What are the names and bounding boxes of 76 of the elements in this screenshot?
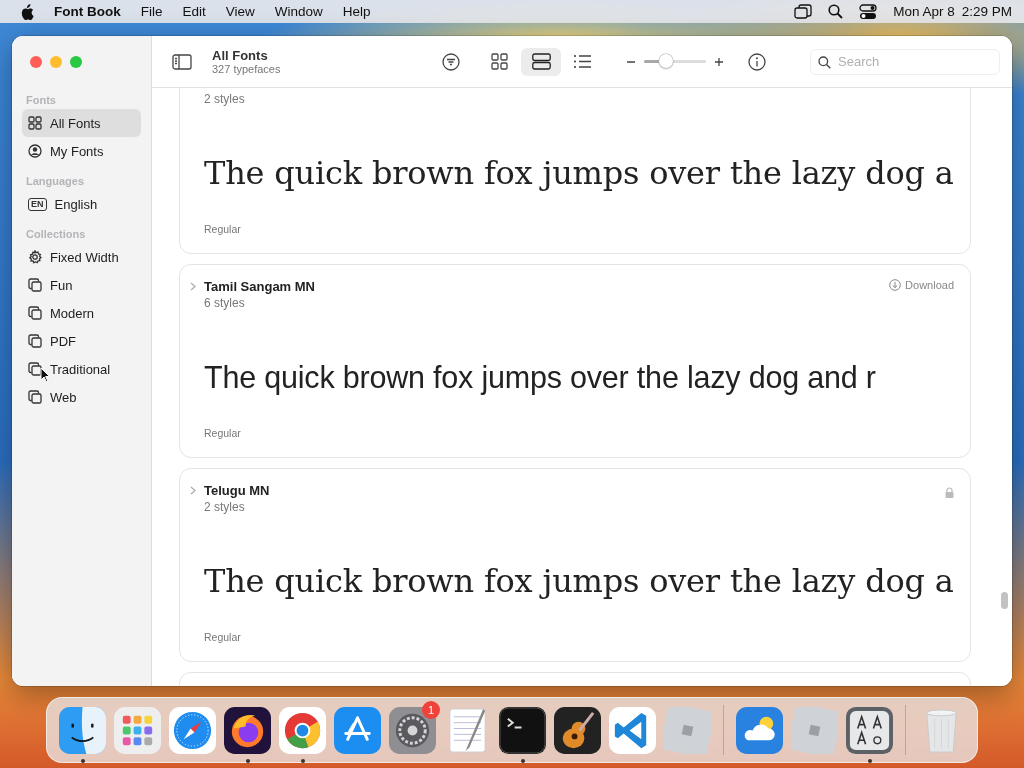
menubar-time[interactable]: 2:29 PM [961,4,1012,19]
search-field[interactable]: Search [810,48,1000,75]
view-title: All Fonts [212,48,269,63]
style-name: Regular [204,631,242,643]
collection-icon [28,390,42,404]
fox-globe-icon[interactable] [224,706,271,754]
sidebar-item[interactable]: Modern [22,299,141,327]
menu-item[interactable]: View [225,4,255,19]
info-icon[interactable] [748,52,766,71]
font-sample: The quick brown fox jumps over the lazy dog a [204,561,955,602]
apple-icon[interactable] [20,3,34,20]
menu-item[interactable]: Window [274,4,323,19]
menubar-date[interactable]: Mon Apr 8 [893,4,955,19]
terminal-icon[interactable] [499,706,546,754]
sun-cloud-icon[interactable] [736,706,783,754]
sidebar-toggle-icon[interactable] [172,53,192,70]
sidebar-item[interactable]: PDF [22,327,141,355]
plus-icon[interactable] [714,56,724,67]
section-heading: Collections [25,228,87,240]
menu-item[interactable]: File [140,4,163,19]
menu-item[interactable]: Edit [182,4,206,19]
style-name: Regular [204,223,242,235]
list-view-icon [572,53,592,70]
app-store-icon[interactable] [334,706,381,754]
sidebar-item[interactable]: All Fonts [22,109,141,137]
browser-logo-icon[interactable] [279,706,326,754]
toggles-icon[interactable] [859,3,878,20]
menu-item[interactable]: Help [342,4,371,19]
download-button[interactable]: Download [889,279,954,291]
section-heading: Languages [25,175,86,187]
lock-icon [945,487,954,498]
app-menu[interactable]: Font Book [54,4,121,19]
search-icon[interactable] [828,4,844,19]
sidebar-item[interactable]: Web [22,383,141,411]
gear-icon [28,250,42,264]
collection-icon [28,306,42,320]
style-count: 2 styles [204,499,246,515]
close-button[interactable] [30,56,42,68]
code-editor-icon[interactable] [609,706,656,754]
size-slider[interactable] [644,54,706,69]
guitar-icon[interactable] [554,706,601,754]
windows-icon[interactable] [794,3,813,20]
font-sample: The quick brown fox jumps over the lazy dog a [204,153,955,194]
font-letters-icon[interactable] [846,706,893,754]
language-badge: EN [28,197,47,211]
cursor-icon [40,367,50,383]
grid-icon [28,116,42,130]
person-icon [28,144,42,158]
notification-badge: 1 [422,700,440,719]
collection-icon [28,334,42,348]
app-grid-icon[interactable] [114,706,161,754]
collection-icon [28,278,42,292]
sidebar-item[interactable]: EN English [22,190,141,218]
style-count: 2 styles [204,91,245,107]
font-sample: The quick brown fox jumps over the lazy dog and r [204,359,877,397]
font-name[interactable]: Tamil Sangam MN [204,279,315,295]
section-heading: Fonts [25,94,57,106]
typeface-count: 327 typefaces [212,63,282,75]
filter-icon[interactable] [442,52,460,71]
samples-view-icon [531,53,551,70]
style-name: Regular [204,427,242,439]
search-icon [818,55,831,69]
sidebar-item[interactable]: My Fonts [22,137,141,165]
sidebar-item[interactable]: Fixed Width [22,243,141,271]
download-icon [889,279,902,291]
smiling-face-icon[interactable] [59,706,106,754]
view-button[interactable] [521,47,561,76]
font-name[interactable]: Telugu MN [204,483,270,499]
grid-view-icon [490,53,510,70]
sidebar-item[interactable]: Fun [22,271,141,299]
compass-icon[interactable] [169,706,216,754]
sidebar-item[interactable]: Traditional [22,355,141,383]
scrollbar-thumb[interactable] [1001,592,1008,609]
gear-icon[interactable] [389,706,436,754]
collection-icon [28,362,42,376]
style-count: 6 styles [204,295,246,311]
